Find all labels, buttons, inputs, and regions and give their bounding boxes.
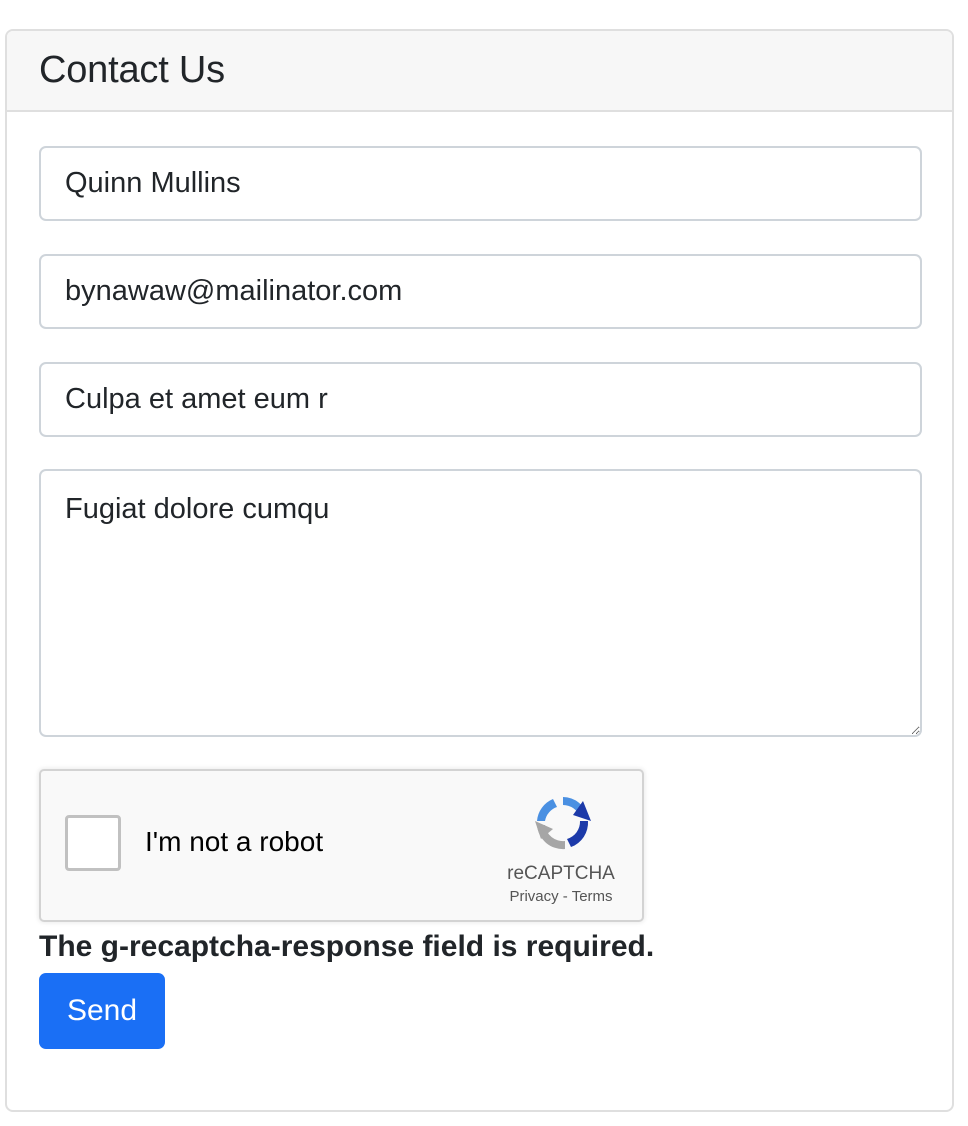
recaptcha-label: I'm not a robot	[145, 826, 324, 857]
recaptcha-link-separator: -	[558, 888, 572, 905]
recaptcha-links: Privacy - Terms	[481, 888, 641, 905]
recaptcha-brand: reCAPTCHA	[507, 863, 615, 884]
email-input[interactable]	[39, 254, 922, 329]
recaptcha-checkbox[interactable]	[65, 815, 121, 871]
card-header: Contact Us	[7, 31, 952, 112]
send-button[interactable]: Send	[39, 973, 165, 1049]
page-title: Contact Us	[39, 49, 225, 91]
contact-form: Fugiat dolore cumqu I'm not a robot reCA…	[7, 112, 952, 1110]
recaptcha-error-message: The g-recaptcha-response field is requir…	[39, 930, 655, 963]
recaptcha-logo-icon	[535, 797, 591, 850]
recaptcha-terms-link[interactable]: Terms	[572, 888, 613, 905]
subject-input[interactable]	[39, 362, 922, 437]
recaptcha-widget: I'm not a robot reCAPTCHA Privacy - Term…	[39, 769, 644, 922]
message-textarea[interactable]: Fugiat dolore cumqu	[39, 469, 922, 737]
name-input[interactable]	[39, 146, 922, 221]
contact-card: Contact Us Fugiat dolore cumqu I'm not a…	[5, 29, 954, 1112]
recaptcha-privacy-link[interactable]: Privacy	[509, 888, 558, 905]
